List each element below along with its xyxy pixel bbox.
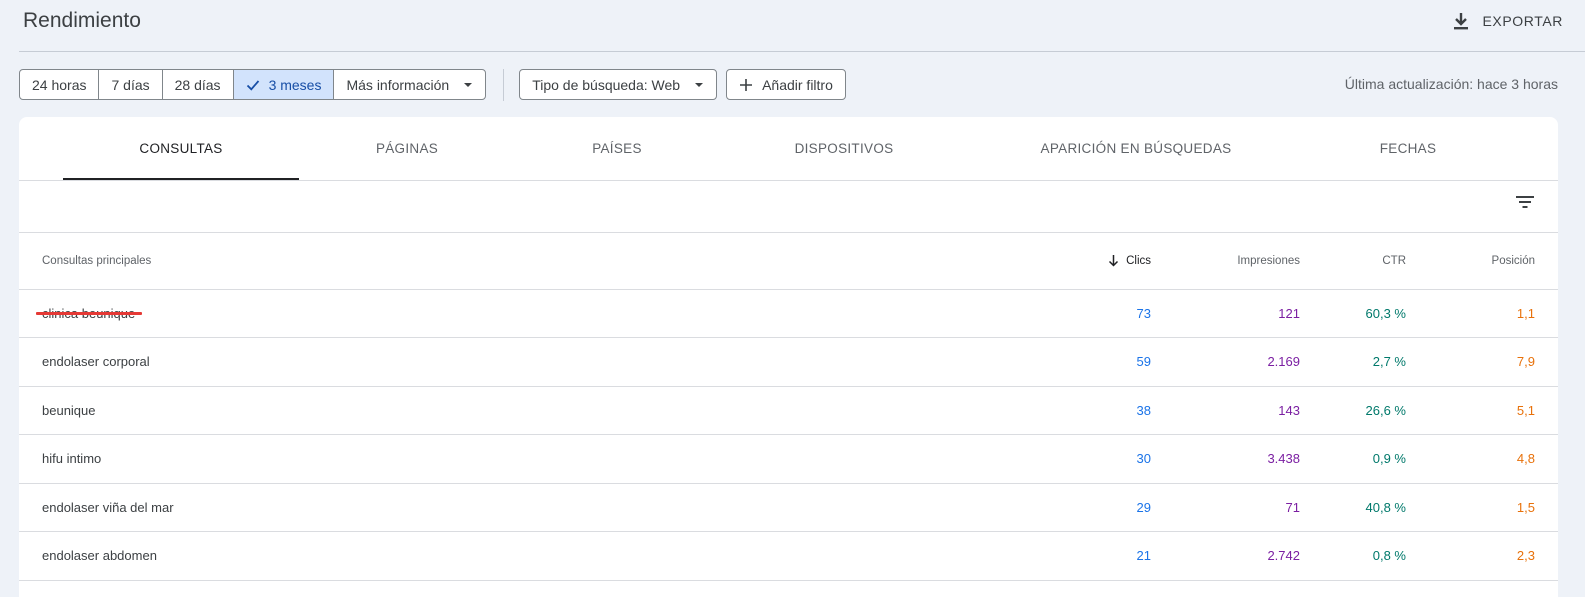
col-header-clicks[interactable]: Clics: [919, 233, 1151, 290]
table-header-row: Consultas principales Clics Impresiones …: [19, 233, 1558, 290]
position-cell: 2,3: [1516, 548, 1535, 564]
filter-divider: [503, 68, 505, 101]
redaction-mark: [36, 311, 142, 315]
report-card: CONSULTAS PÁGINAS PAÍSES DISPOSITIVOS AP…: [19, 117, 1558, 597]
clicks-cell: 59: [1136, 354, 1151, 370]
query-cell: clinica beunique: [36, 306, 142, 321]
range-28d[interactable]: 28 días: [163, 70, 234, 99]
filter-bar: 24 horas 7 días 28 días 3 meses Más info…: [19, 68, 846, 101]
active-tab-indicator: [63, 178, 299, 180]
table-row[interactable]: clinica beunique 73 121 60,3 % 1,1: [19, 289, 1558, 338]
clicks-cell: 30: [1136, 451, 1151, 467]
table-row[interactable]: hifu intimo 30 3.438 0,9 % 4,8: [19, 435, 1558, 483]
clicks-cell: 73: [1136, 305, 1151, 321]
impressions-cell: 2.742: [1267, 548, 1300, 564]
tab-consultas[interactable]: CONSULTAS: [63, 117, 299, 180]
query-cell: endolaser abdomen: [42, 548, 157, 564]
ctr-cell: 2,7 %: [1372, 354, 1406, 370]
range-3m[interactable]: 3 meses: [233, 70, 335, 99]
tab-paises[interactable]: PAÍSES: [529, 117, 705, 180]
ctr-cell: 40,8 %: [1365, 499, 1406, 515]
query-cell: endolaser viña del mar: [42, 499, 174, 515]
query-cell: beunique: [42, 402, 96, 418]
header-divider: [19, 51, 1585, 52]
position-cell: 1,1: [1516, 305, 1535, 321]
queries-table: Consultas principales Clics Impresiones …: [19, 233, 1558, 581]
last-update-text: Última actualización: hace 3 horas: [1344, 76, 1558, 92]
position-cell: 7,9: [1516, 354, 1535, 370]
table-toolbar: [19, 181, 1558, 233]
header-bar: Rendimiento EXPORTAR: [0, 0, 1585, 52]
more-info-dropdown[interactable]: Más información: [334, 70, 485, 99]
search-type-dropdown[interactable]: Tipo de búsqueda: Web: [519, 69, 718, 100]
table-row[interactable]: endolaser abdomen 21 2.742 0,8 % 2,3: [19, 532, 1558, 580]
plus-icon: [739, 78, 753, 92]
impressions-cell: 71: [1285, 499, 1300, 515]
impressions-cell: 2.169: [1267, 354, 1300, 370]
add-filter-button[interactable]: Añadir filtro: [726, 69, 846, 100]
ctr-cell: 0,8 %: [1372, 548, 1406, 564]
ctr-cell: 26,6 %: [1365, 402, 1406, 418]
col-header-query[interactable]: Consultas principales: [19, 233, 919, 290]
col-header-impressions[interactable]: Impresiones: [1151, 233, 1300, 290]
clicks-cell: 29: [1136, 499, 1151, 515]
ctr-cell: 60,3 %: [1365, 305, 1406, 321]
table-row[interactable]: beunique 38 143 26,6 % 5,1: [19, 386, 1558, 435]
impressions-cell: 143: [1278, 402, 1300, 418]
table-row[interactable]: endolaser viña del mar 29 71 40,8 % 1,5: [19, 483, 1558, 532]
clicks-cell: 38: [1136, 402, 1151, 418]
filter-list-icon[interactable]: [1516, 195, 1534, 209]
tab-paginas[interactable]: PÁGINAS: [319, 117, 495, 180]
export-button[interactable]: EXPORTAR: [1452, 10, 1563, 32]
range-7d[interactable]: 7 días: [99, 70, 163, 99]
table-row[interactable]: endolaser corporal 59 2.169 2,7 % 7,9: [19, 338, 1558, 386]
col-header-ctr[interactable]: CTR: [1300, 233, 1406, 290]
dropdown-caret-icon: [694, 82, 704, 88]
col-header-position[interactable]: Posición: [1406, 233, 1535, 290]
impressions-cell: 121: [1278, 305, 1300, 321]
tab-fechas[interactable]: FECHAS: [1349, 117, 1467, 180]
ctr-cell: 0,9 %: [1372, 451, 1406, 467]
position-cell: 5,1: [1516, 402, 1535, 418]
range-24h[interactable]: 24 horas: [20, 70, 100, 99]
tab-bar: CONSULTAS PÁGINAS PAÍSES DISPOSITIVOS AP…: [19, 117, 1558, 181]
page-title: Rendimiento: [23, 9, 141, 32]
dropdown-caret-icon: [463, 82, 473, 88]
export-label: EXPORTAR: [1482, 13, 1563, 29]
date-range-selector: 24 horas 7 días 28 días 3 meses Más info…: [19, 69, 487, 100]
arrow-down-icon: [1108, 254, 1119, 267]
download-icon: [1452, 11, 1470, 31]
clicks-cell: 21: [1136, 548, 1151, 564]
tab-dispositivos[interactable]: DISPOSITIVOS: [749, 117, 939, 180]
tab-aparicion[interactable]: APARICIÓN EN BÚSQUEDAS: [1019, 117, 1253, 180]
position-cell: 1,5: [1516, 499, 1535, 515]
impressions-cell: 3.438: [1267, 451, 1300, 467]
query-cell: endolaser corporal: [42, 354, 150, 370]
check-icon: [246, 79, 260, 91]
query-cell: hifu intimo: [42, 451, 102, 467]
position-cell: 4,8: [1516, 451, 1535, 467]
